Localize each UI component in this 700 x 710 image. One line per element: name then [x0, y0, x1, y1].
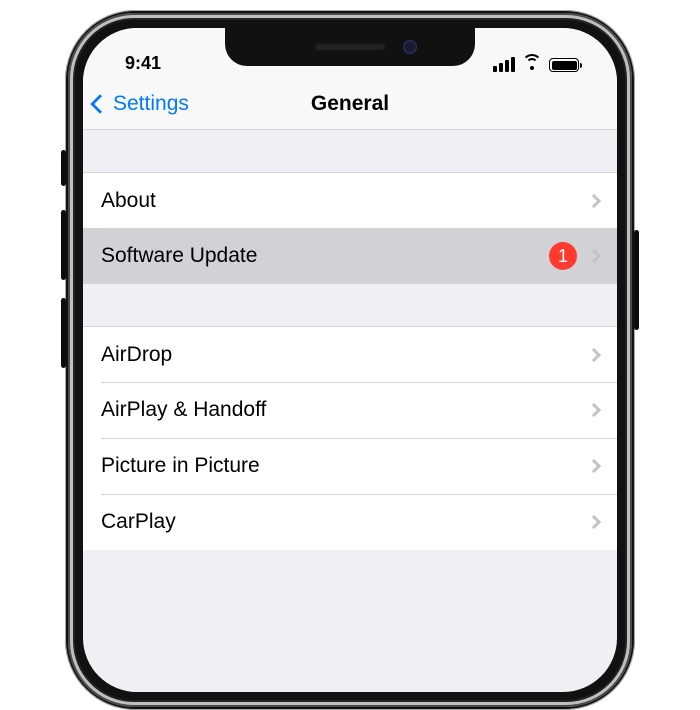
- chevron-right-icon: [587, 193, 601, 207]
- notch: [225, 28, 475, 66]
- back-button[interactable]: Settings: [93, 92, 311, 116]
- chevron-right-icon: [587, 403, 601, 417]
- row-label: AirDrop: [101, 343, 589, 367]
- camera-icon: [403, 40, 417, 54]
- group-separator: [83, 284, 617, 326]
- chevron-right-icon: [587, 248, 601, 262]
- power-button: [634, 230, 639, 330]
- row-about[interactable]: About: [83, 172, 617, 228]
- row-airplay-handoff[interactable]: AirPlay & Handoff: [83, 382, 617, 438]
- chevron-right-icon: [587, 347, 601, 361]
- mute-switch: [61, 150, 66, 186]
- row-label: AirPlay & Handoff: [101, 398, 589, 422]
- chevron-right-icon: [587, 459, 601, 473]
- screen: 9:41 Settings General About: [83, 28, 617, 692]
- device-frame: 9:41 Settings General About: [65, 10, 635, 710]
- row-airdrop[interactable]: AirDrop: [83, 326, 617, 382]
- notification-badge: 1: [549, 242, 577, 270]
- back-button-label: Settings: [113, 92, 189, 116]
- wifi-icon: [522, 57, 542, 72]
- earpiece-speaker: [314, 43, 386, 51]
- page-title: General: [311, 92, 389, 116]
- group-separator: [83, 130, 617, 172]
- volume-up-button: [61, 210, 66, 280]
- cellular-signal-icon: [493, 57, 515, 72]
- navigation-bar: Settings General: [83, 78, 617, 130]
- chevron-right-icon: [587, 515, 601, 529]
- row-label: About: [101, 189, 589, 213]
- row-carplay[interactable]: CarPlay: [83, 494, 617, 550]
- battery-icon: [549, 58, 579, 72]
- volume-down-button: [61, 298, 66, 368]
- row-label: CarPlay: [101, 510, 589, 534]
- row-picture-in-picture[interactable]: Picture in Picture: [83, 438, 617, 494]
- chevron-left-icon: [90, 94, 110, 114]
- status-time: 9:41: [113, 53, 161, 74]
- row-label: Picture in Picture: [101, 454, 589, 478]
- row-software-update[interactable]: Software Update 1: [83, 228, 617, 284]
- row-label: Software Update: [101, 244, 549, 268]
